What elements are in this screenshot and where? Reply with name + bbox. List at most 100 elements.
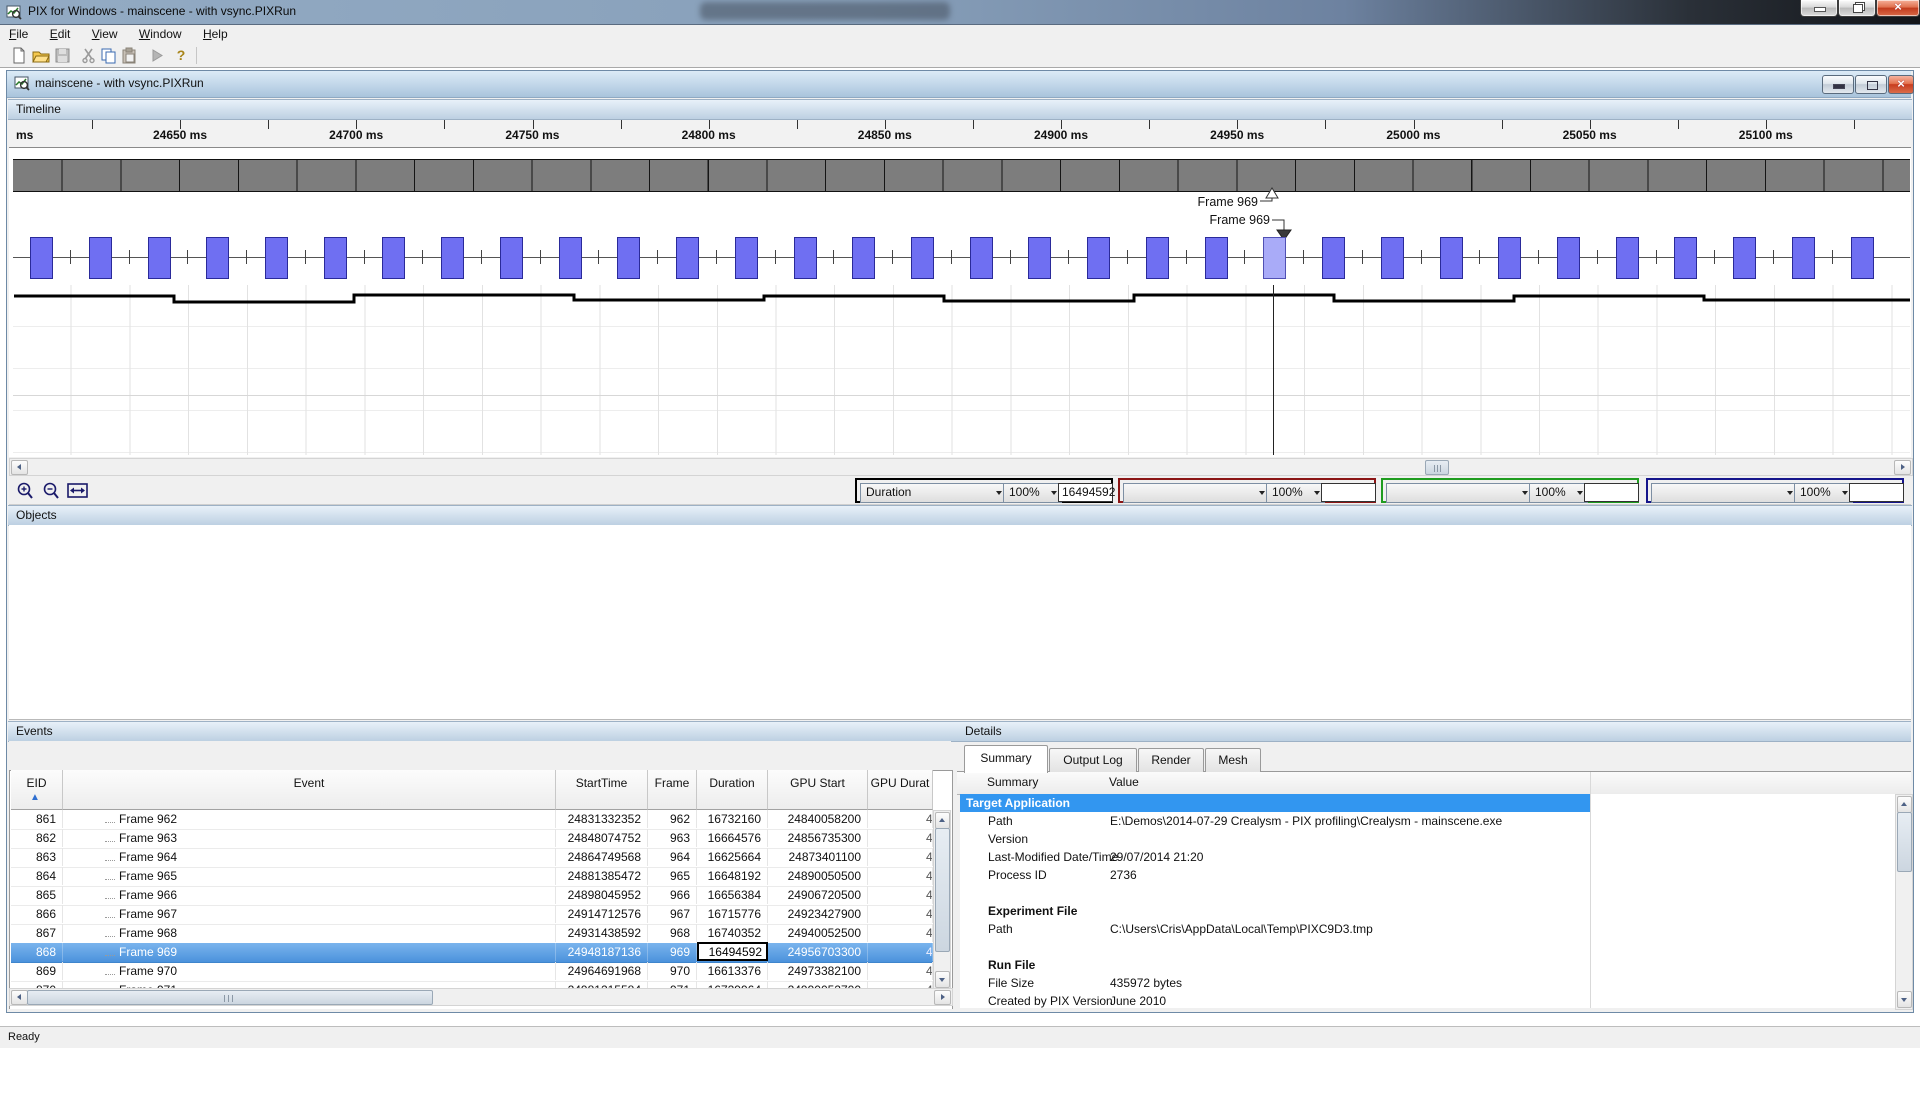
details-row[interactable]: Run File [960, 956, 1896, 974]
event-row[interactable]: 863Frame 9642486474956896416625664248734… [11, 848, 933, 868]
open-folder-icon[interactable] [32, 47, 50, 64]
details-row[interactable]: Experiment File [960, 902, 1896, 920]
cell-gpu_start[interactable]: 24856735300 [768, 829, 868, 847]
column-header-starttime[interactable]: StartTime [556, 770, 648, 810]
details-vscroll-thumb[interactable] [1897, 812, 1912, 872]
frame-block[interactable] [1674, 237, 1697, 279]
column-header-event[interactable]: Event [63, 770, 556, 810]
scroll-right-arrow[interactable] [1894, 460, 1911, 475]
metric-select[interactable] [1386, 483, 1533, 503]
cell-frame[interactable]: 964 [648, 848, 697, 866]
cell-start[interactable]: 24848074752 [556, 829, 648, 847]
details-vscrollbar[interactable] [1895, 794, 1913, 1010]
cell-duration[interactable]: 16648192 [697, 867, 768, 885]
cell-eid[interactable]: 862 [11, 829, 63, 847]
details-row[interactable]: Process ID2736 [960, 866, 1896, 884]
event-row[interactable]: 868Frame 9692494818713696916494592249567… [11, 943, 933, 963]
events-vscrollbar[interactable] [933, 810, 951, 990]
metric-value-field[interactable] [1849, 483, 1904, 502]
cell-gpu_start[interactable]: 24840058200 [768, 810, 868, 828]
tab-output-log[interactable]: Output Log [1049, 748, 1137, 772]
cell-start[interactable]: 24981215584 [556, 981, 648, 988]
cell-gpu_durat[interactable]: 4 [868, 810, 933, 828]
zoom-select[interactable]: 100% [1529, 483, 1588, 503]
event-row[interactable]: 861Frame 9622483133235296216732160248400… [11, 810, 933, 830]
cell-duration[interactable]: 16613376 [697, 962, 768, 980]
chevron-down-icon[interactable] [1522, 491, 1528, 495]
event-row[interactable]: 869Frame 9702496469196897016613376249733… [11, 962, 933, 982]
frame-block[interactable] [1733, 237, 1756, 279]
scroll-up-arrow[interactable] [935, 812, 950, 829]
cell-duration[interactable]: 16625664 [697, 848, 768, 866]
help-icon[interactable]: ? [172, 47, 190, 64]
metric-value-field[interactable]: 16494592 [1058, 483, 1113, 502]
frame-block[interactable] [441, 237, 464, 279]
column-header-gpu-durat[interactable]: GPU Durat [868, 770, 933, 810]
cell-duration[interactable]: 16715776 [697, 905, 768, 923]
cell-gpu_start[interactable]: 24906720500 [768, 886, 868, 904]
doc-maximize-button[interactable] [1855, 75, 1887, 94]
scroll-down-arrow[interactable] [1897, 991, 1912, 1008]
scroll-left-arrow[interactable] [11, 460, 28, 475]
timeline-cursor-line[interactable] [1273, 285, 1274, 455]
chevron-down-icon[interactable] [1051, 491, 1057, 495]
zoom-in-icon[interactable] [14, 481, 38, 501]
timeline-ruler[interactable] [9, 120, 1911, 148]
events-vscroll-thumb[interactable] [935, 828, 950, 952]
cell-gpu_durat[interactable]: 4 [868, 886, 933, 904]
cell-frame[interactable]: 968 [648, 924, 697, 942]
details-row[interactable]: PathC:\Users\Cris\AppData\Local\Temp\PIX… [960, 920, 1896, 938]
frame-block[interactable] [1440, 237, 1463, 279]
frame-block[interactable] [148, 237, 171, 279]
tab-render[interactable]: Render [1138, 748, 1204, 772]
cell-duration[interactable]: 16740352 [697, 924, 768, 942]
cell-eid[interactable]: 870 [11, 981, 63, 988]
cell-eid[interactable]: 864 [11, 867, 63, 885]
frame-block[interactable] [559, 237, 582, 279]
cell-gpu_durat[interactable]: 4 [868, 962, 933, 980]
frame-block[interactable] [1851, 237, 1874, 279]
frame-block[interactable] [30, 237, 53, 279]
frame-block[interactable] [382, 237, 405, 279]
cell-event[interactable]: Frame 963 [63, 829, 556, 847]
menu-file[interactable]: File [0, 25, 37, 43]
zoom-out-icon[interactable] [40, 481, 64, 501]
cell-frame[interactable]: 970 [648, 962, 697, 980]
cell-frame[interactable]: 969 [648, 943, 697, 961]
cell-start[interactable]: 24914712576 [556, 905, 648, 923]
cell-eid[interactable]: 868 [11, 943, 63, 961]
cell-eid[interactable]: 867 [11, 924, 63, 942]
frame-block[interactable] [1381, 237, 1404, 279]
column-header-duration[interactable]: Duration [697, 770, 768, 810]
cell-gpu_start[interactable]: 24940052500 [768, 924, 868, 942]
scroll-right-arrow[interactable] [934, 990, 951, 1005]
cell-frame[interactable]: 962 [648, 810, 697, 828]
minimize-button[interactable] [1800, 0, 1838, 17]
frame-block[interactable] [206, 237, 229, 279]
frame-block[interactable] [1146, 237, 1169, 279]
events-hscroll-thumb[interactable] [27, 990, 433, 1005]
frame-block[interactable] [970, 237, 993, 279]
cell-frame[interactable]: 967 [648, 905, 697, 923]
metric-select[interactable] [1123, 483, 1270, 503]
frame-block[interactable] [676, 237, 699, 279]
fit-width-icon[interactable] [66, 481, 90, 501]
cell-event[interactable]: Frame 969 [63, 943, 556, 961]
event-row[interactable]: 870Frame 9712498121558497116729964249900… [11, 981, 933, 988]
details-row[interactable]: Last-Modified Date/Time29/07/2014 21:20 [960, 848, 1896, 866]
cell-eid[interactable]: 865 [11, 886, 63, 904]
frame-block[interactable] [735, 237, 758, 279]
copy-icon[interactable] [100, 47, 118, 64]
frame-block[interactable] [617, 237, 640, 279]
cell-gpu_durat[interactable]: 4 [868, 981, 933, 988]
cell-gpu_start[interactable]: 24890050500 [768, 867, 868, 885]
cell-duration[interactable]: 16656384 [697, 886, 768, 904]
timeline-hscroll-thumb[interactable] [1425, 460, 1449, 475]
frame-block[interactable] [500, 237, 523, 279]
chevron-down-icon[interactable] [1314, 491, 1320, 495]
frame-block[interactable] [1087, 237, 1110, 279]
details-blank-row[interactable] [960, 884, 1896, 902]
close-button[interactable]: × [1876, 0, 1920, 17]
menu-view[interactable]: View [83, 25, 127, 43]
cell-duration[interactable]: 16729964 [697, 981, 768, 988]
